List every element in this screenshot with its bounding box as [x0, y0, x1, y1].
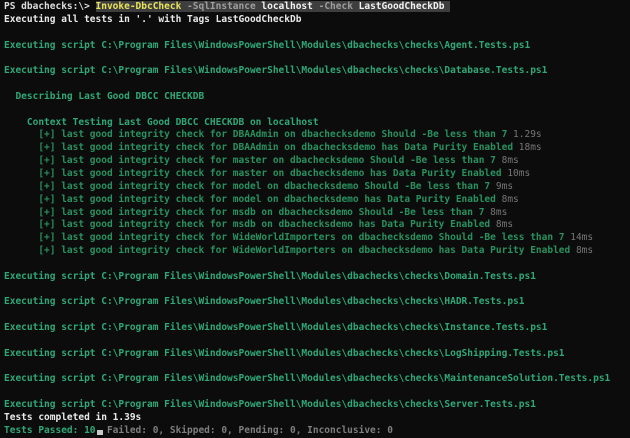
- test-result: [+] last good integrity check for master…: [4, 155, 502, 167]
- terminal-line: Executing script C:\Program Files\Window…: [4, 65, 630, 78]
- test-result: [+] last good integrity check for WideWo…: [4, 245, 576, 257]
- terminal-line: [+] last good integrity check for DBAAdm…: [4, 142, 630, 155]
- test-result: [+] last good integrity check for master…: [4, 167, 508, 179]
- terminal-line: [+] last good integrity check for master…: [4, 155, 630, 168]
- test-duration: 8ms: [575, 245, 594, 257]
- terminal-line: Executing script C:\Program Files\Window…: [4, 271, 630, 284]
- executing-script-line: Executing script C:\Program Files\Window…: [4, 296, 525, 308]
- test-result: [+] last good integrity check for msdb o…: [4, 219, 496, 231]
- terminal-line: [+] last good integrity check for msdb o…: [4, 207, 630, 220]
- terminal-line: Executing script C:\Program Files\Window…: [4, 373, 630, 386]
- test-duration: 18ms: [518, 142, 542, 154]
- command-argument: localhost: [261, 1, 313, 12]
- test-result: [+] last good integrity check for model …: [4, 193, 502, 205]
- executing-script-line: Executing script C:\Program Files\Window…: [4, 270, 536, 282]
- test-result: [+] last good integrity check for model …: [4, 180, 496, 192]
- prompt: PS dbachecks:\>: [4, 1, 96, 12]
- terminal-line: Describing Last Good DBCC CHECKDB: [4, 91, 630, 104]
- summary-counts: Failed: 0, Skipped: 0, Pending: 0, Incon…: [106, 424, 393, 436]
- test-duration: 8ms: [501, 193, 519, 205]
- terminal-line: [+] last good integrity check for WideWo…: [4, 245, 630, 258]
- executing-script-line: Executing script C:\Program Files\Window…: [4, 322, 548, 334]
- executing-script-line: Executing script C:\Program Files\Window…: [4, 65, 548, 77]
- test-duration: 1.29s: [513, 129, 542, 141]
- terminal-line: Executing script C:\Program Files\Window…: [4, 399, 630, 412]
- context-heading: Context Testing Last Good DBCC CHECKDB o…: [4, 116, 319, 128]
- terminal-line: [+] last good integrity check for WideWo…: [4, 232, 630, 245]
- terminal-line: Context Testing Last Good DBCC CHECKDB o…: [4, 117, 630, 130]
- test-duration: 14ms: [570, 232, 594, 244]
- executing-script-line: Executing script C:\Program Files\Window…: [4, 39, 531, 51]
- executing-script-line: Executing script C:\Program Files\Window…: [4, 347, 565, 359]
- test-duration: 8ms: [490, 206, 508, 218]
- terminal-line: PS dbachecks:\> Invoke-DbcCheck -SqlInst…: [4, 1, 630, 14]
- terminal-line: [+] last good integrity check for model …: [4, 181, 630, 194]
- command-name: Invoke-DbcCheck: [95, 1, 182, 12]
- tests-completed-text: Tests completed in 1.39s: [4, 412, 142, 423]
- terminal-line: [+] last good integrity check for master…: [4, 168, 630, 181]
- terminal-line: [+] last good integrity check for model …: [4, 194, 630, 207]
- test-result: [+] last good integrity check for DBAAdm…: [4, 142, 519, 154]
- command-argument: LastGoodCheckDb: [358, 1, 451, 12]
- test-result: [+] last good integrity check for DBAAdm…: [4, 129, 514, 141]
- executing-script-line: Executing script C:\Program Files\Window…: [4, 399, 536, 411]
- terminal-window[interactable]: PS dbachecks:\> Invoke-DbcCheck -SqlInst…: [0, 0, 630, 437]
- terminal-cursor: [97, 430, 103, 435]
- test-result: [+] last good integrity check for WideWo…: [4, 232, 571, 244]
- output-text: Executing all tests in '.' with Tags Las…: [4, 13, 302, 25]
- test-duration: 9ms: [495, 180, 514, 192]
- command-parameter: -Check: [312, 1, 359, 12]
- tests-passed-count: Tests Passed: 10,: [4, 424, 107, 436]
- terminal-line: Executing script C:\Program Files\Window…: [4, 296, 630, 309]
- terminal-line: Executing all tests in '.' with Tags Las…: [4, 14, 630, 27]
- terminal-line: [+] last good integrity check for msdb o…: [4, 219, 630, 232]
- terminal-line: Executing script C:\Program Files\Window…: [4, 348, 630, 361]
- test-duration: 10ms: [507, 167, 531, 179]
- terminal-line: [+] last good integrity check for DBAAdm…: [4, 129, 630, 142]
- test-result: [+] last good integrity check for msdb o…: [4, 206, 491, 218]
- command-parameter: -SqlInstance: [181, 1, 262, 12]
- terminal-line: Executing script C:\Program Files\Window…: [4, 322, 630, 335]
- terminal-line: Executing script C:\Program Files\Window…: [4, 40, 630, 53]
- describe-heading: Describing Last Good DBCC CHECKDB: [4, 90, 205, 102]
- test-duration: 8ms: [495, 219, 514, 231]
- executing-script-line: Executing script C:\Program Files\Window…: [4, 373, 611, 385]
- terminal-line: Tests completed in 1.39s: [4, 412, 630, 425]
- test-duration: 8ms: [501, 155, 519, 167]
